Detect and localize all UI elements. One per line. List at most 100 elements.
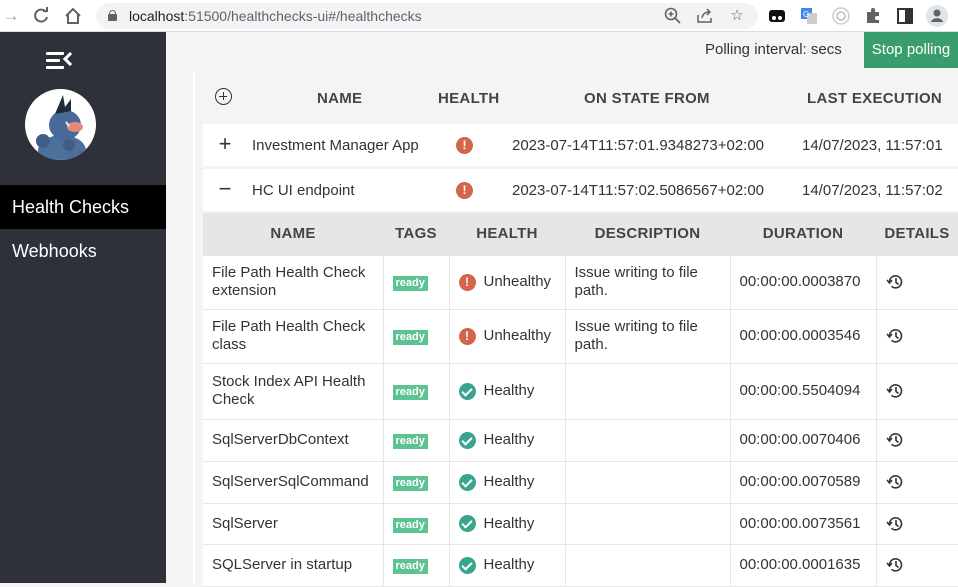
tag-badge: ready bbox=[392, 385, 428, 400]
tag-cell: ready bbox=[382, 460, 450, 504]
url-path: :51500/healthchecks-ui#/healthchecks bbox=[184, 8, 422, 24]
polling-interval-label: Polling interval: secs bbox=[705, 41, 842, 58]
details-row: SQLServer in startup ready Healthy 00:00… bbox=[203, 543, 958, 587]
details-header-tags: TAGS bbox=[395, 225, 437, 243]
healthy-icon bbox=[458, 431, 476, 449]
tag-cell: ready bbox=[382, 502, 450, 545]
extensions-puzzle-icon[interactable] bbox=[862, 5, 884, 27]
history-icon[interactable] bbox=[885, 556, 904, 574]
bookmark-star-icon[interactable]: ☆ bbox=[727, 6, 747, 26]
duration: 00:00:00.5504094 bbox=[729, 362, 877, 420]
tag-badge: ready bbox=[392, 276, 428, 291]
sidebar-item-label: Health Checks bbox=[12, 197, 130, 217]
sidebar: Health Checks Webhooks bbox=[0, 32, 166, 583]
browser-toolbar: → localhost:51500/healthchecks-ui#/healt… bbox=[0, 0, 958, 32]
check-name: Stock Index API Health Check bbox=[203, 362, 384, 420]
header-health: HEALTH bbox=[438, 90, 500, 107]
last-execution: 14/07/2023, 11:57:01 bbox=[802, 137, 943, 154]
stop-polling-button[interactable]: Stop polling bbox=[864, 32, 958, 68]
history-icon[interactable] bbox=[885, 382, 904, 400]
details-header-row: NAME TAGS HEALTH DESCRIPTION DURATION DE… bbox=[203, 213, 958, 255]
app-logo bbox=[25, 89, 96, 160]
healthy-icon bbox=[458, 515, 476, 533]
share-icon[interactable] bbox=[695, 6, 715, 26]
collapse-icon[interactable]: − bbox=[215, 177, 235, 201]
details-cell bbox=[875, 362, 958, 420]
profile-icon[interactable] bbox=[926, 5, 948, 27]
details-row: Stock Index API Health Check ready Healt… bbox=[203, 362, 958, 420]
reload-icon[interactable] bbox=[30, 5, 52, 27]
details-header-name: NAME bbox=[270, 225, 316, 243]
details-row: SqlServerSqlCommand ready Healthy 00:00:… bbox=[203, 460, 958, 504]
details-cell bbox=[875, 254, 958, 310]
duration: 00:00:00.0073561 bbox=[729, 502, 877, 545]
on-state-from: 2023-07-14T11:57:02.5086567+02:00 bbox=[512, 182, 765, 199]
history-icon[interactable] bbox=[885, 473, 904, 491]
last-execution: 14/07/2023, 11:57:02 bbox=[802, 182, 943, 199]
details-row: File Path Health Check class ready ! Unhe… bbox=[203, 308, 958, 364]
duration: 00:00:00.0070406 bbox=[729, 418, 877, 462]
healthy-icon bbox=[458, 556, 476, 574]
details-header-duration: DURATION bbox=[762, 225, 844, 243]
tag-cell: ready bbox=[382, 362, 450, 420]
details-cell bbox=[875, 502, 958, 545]
table-row[interactable]: − HC UI endpoint ! 2023-07-14T11:57:02.5… bbox=[203, 169, 958, 211]
home-icon[interactable] bbox=[62, 5, 84, 27]
side-panel-icon[interactable] bbox=[894, 5, 916, 27]
description bbox=[564, 362, 731, 420]
details-cell bbox=[875, 543, 958, 587]
duration: 00:00:00.0003870 bbox=[729, 254, 877, 310]
duration: 00:00:00.0070589 bbox=[729, 460, 877, 504]
history-icon[interactable] bbox=[885, 327, 904, 345]
health-cell: Healthy bbox=[448, 543, 566, 587]
tag-badge: ready bbox=[392, 476, 428, 491]
details-header-health: HEALTH bbox=[476, 225, 538, 243]
expand-all-icon[interactable] bbox=[215, 88, 232, 105]
url-text[interactable]: localhost:51500/healthchecks-ui#/healthc… bbox=[129, 8, 422, 24]
address-bar[interactable]: localhost:51500/healthchecks-ui#/healthc… bbox=[96, 3, 758, 29]
description bbox=[564, 543, 731, 587]
details-cell bbox=[875, 308, 958, 364]
details-row: SqlServer ready Healthy 00:00:00.0073561 bbox=[203, 502, 958, 545]
check-name: SqlServer bbox=[203, 502, 384, 545]
details-row: File Path Health Check extension ready !… bbox=[203, 254, 958, 310]
duration: 00:00:00.0001635 bbox=[729, 543, 877, 587]
google-translate-icon[interactable]: G bbox=[798, 5, 820, 27]
duration: 00:00:00.0003546 bbox=[729, 308, 877, 364]
health-cell: Healthy bbox=[448, 362, 566, 420]
check-name: SQLServer in startup bbox=[203, 543, 384, 587]
header-name: NAME bbox=[317, 90, 363, 107]
details-header-details: DETAILS bbox=[884, 225, 950, 243]
healthy-icon bbox=[458, 473, 476, 491]
extension-circle-icon[interactable] bbox=[830, 5, 852, 27]
check-name: SqlServerSqlCommand bbox=[203, 460, 384, 504]
tag-cell: ready bbox=[382, 418, 450, 462]
extension-incognito-icon[interactable] bbox=[766, 5, 788, 27]
health-label: Healthy bbox=[483, 431, 535, 449]
description bbox=[564, 418, 731, 462]
health-label: Unhealthy bbox=[483, 327, 552, 345]
svg-text:G: G bbox=[803, 10, 809, 19]
history-icon[interactable] bbox=[885, 515, 904, 533]
details-header-description: DESCRIPTION bbox=[594, 225, 701, 243]
description: Issue writing to file path. bbox=[564, 254, 731, 310]
expand-icon[interactable]: + bbox=[215, 132, 235, 156]
history-icon[interactable] bbox=[885, 273, 904, 291]
tag-badge: ready bbox=[392, 517, 428, 533]
header-on-state-from: ON STATE FROM bbox=[584, 90, 710, 107]
tag-badge: ready bbox=[392, 559, 428, 574]
history-icon[interactable] bbox=[885, 431, 904, 449]
service-name: Investment Manager App bbox=[252, 137, 419, 154]
description bbox=[564, 502, 731, 545]
details-cell bbox=[875, 418, 958, 462]
menu-collapse-icon[interactable] bbox=[46, 50, 78, 72]
sidebar-item-webhooks[interactable]: Webhooks bbox=[0, 229, 166, 273]
back-icon[interactable]: → bbox=[0, 5, 22, 27]
tag-cell: ready bbox=[382, 254, 450, 310]
table-row[interactable]: + Investment Manager App ! 2023-07-14T11… bbox=[203, 124, 958, 166]
zoom-icon[interactable] bbox=[663, 6, 683, 26]
health-cell: Healthy bbox=[448, 502, 566, 545]
sidebar-item-health-checks[interactable]: Health Checks bbox=[0, 185, 166, 229]
description: Issue writing to file path. bbox=[564, 308, 731, 364]
header-last-execution: LAST EXECUTION bbox=[807, 90, 943, 107]
